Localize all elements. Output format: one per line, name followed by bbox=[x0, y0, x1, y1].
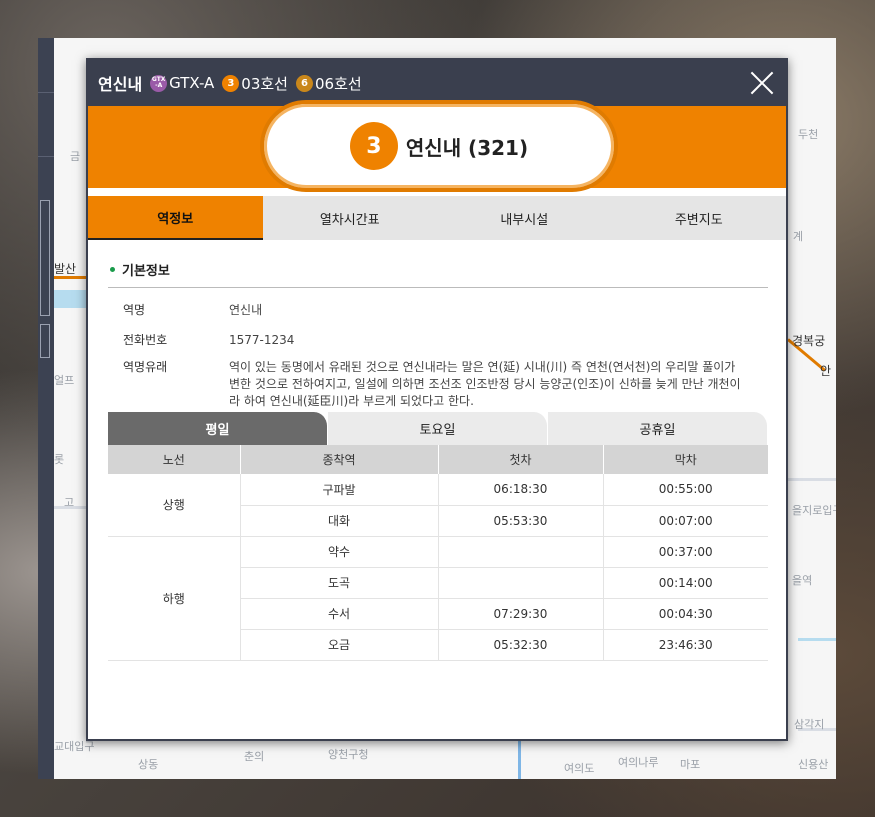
line6-icon: 6 bbox=[295, 74, 313, 92]
station-pill: 3 연신내 (321) bbox=[260, 100, 618, 192]
last-cell: 23:46:30 bbox=[603, 629, 768, 661]
day-tabs: 평일 토요일 공휴일 bbox=[108, 412, 768, 445]
timetable: 노선 종착역 첫차 막차 상행 구파발 06:18:30 00:55:00 대화… bbox=[108, 445, 768, 661]
dest-cell: 구파발 bbox=[240, 474, 439, 506]
map-station-label: 신용산 bbox=[798, 758, 829, 771]
line-chip-line6[interactable]: 6 06호선 bbox=[295, 73, 362, 94]
dest-cell: 도곡 bbox=[240, 567, 439, 599]
info-key: 역명 bbox=[123, 303, 146, 317]
section-title: 기본정보 bbox=[108, 260, 768, 288]
direction-cell: 하행 bbox=[108, 536, 241, 661]
map-station-label: 경복궁 bbox=[792, 334, 826, 348]
line-chip-label: 03호선 bbox=[241, 74, 288, 93]
bullet-icon bbox=[110, 267, 115, 272]
dest-cell: 대화 bbox=[240, 505, 439, 537]
tab-weekday[interactable]: 평일 bbox=[108, 412, 328, 445]
map-station-label: 얼프 bbox=[54, 374, 75, 387]
map-station-label: 여의도 bbox=[564, 762, 595, 775]
direction-cell: 상행 bbox=[108, 474, 241, 537]
info-value: 역이 있는 동명에서 유래된 것으로 연신내라는 말은 연(延) 시내(川) 즉… bbox=[229, 360, 741, 408]
map-station-label: 발산 bbox=[54, 262, 77, 276]
map-station-label: 상동 bbox=[138, 758, 159, 771]
table-row: 하행 약수 00:37:00 bbox=[108, 536, 768, 661]
info-row-origin: 역명유래 역이 있는 동명에서 유래된 것으로 연신내라는 말은 연(延) 시내… bbox=[108, 359, 768, 410]
map-station-label: 고 bbox=[64, 496, 75, 509]
col-header-line: 노선 bbox=[108, 445, 241, 474]
section-title-text: 기본정보 bbox=[122, 264, 170, 279]
line-color-banner: 3 연신내 (321) bbox=[88, 100, 786, 192]
first-cell bbox=[438, 567, 604, 599]
dest-cell: 약수 bbox=[240, 536, 439, 568]
first-cell bbox=[438, 536, 604, 568]
info-value: 1577-1234 bbox=[229, 333, 295, 347]
map-station-label: 을지로입구 bbox=[792, 504, 836, 517]
map-station-label: 두천 bbox=[798, 128, 819, 141]
gtx-a-icon: GTX -A bbox=[150, 74, 168, 92]
line3-icon: 3 bbox=[222, 74, 240, 92]
last-cell: 00:55:00 bbox=[603, 474, 768, 506]
first-cell: 07:29:30 bbox=[438, 598, 604, 630]
map-station-label: 금 bbox=[70, 150, 81, 163]
last-cell: 00:04:30 bbox=[603, 598, 768, 630]
station-info-content: 기본정보 역명 연신내 전화번호 1577-1234 역명유래 역이 있는 동명… bbox=[108, 260, 768, 410]
line-number-badge: 3 bbox=[349, 122, 398, 170]
tab-nearby-map[interactable]: 주변지도 bbox=[612, 196, 787, 240]
map-station-label: 삼각지 bbox=[794, 718, 825, 731]
last-cell: 00:37:00 bbox=[603, 536, 768, 568]
table-row: 상행 구파발 06:18:30 00:55:00 bbox=[108, 474, 768, 537]
first-cell: 05:32:30 bbox=[438, 629, 604, 661]
tab-holiday[interactable]: 공휴일 bbox=[548, 412, 768, 445]
line-chip-line3[interactable]: 3 03호선 bbox=[222, 73, 288, 94]
info-key: 역명유래 bbox=[123, 360, 168, 374]
col-header-first: 첫차 bbox=[438, 445, 604, 474]
col-header-last: 막차 bbox=[603, 445, 768, 474]
line-chip-label: GTX-A bbox=[169, 74, 215, 92]
line-chip-gtx-a[interactable]: GTX -A GTX-A bbox=[150, 74, 214, 92]
close-icon[interactable] bbox=[750, 71, 774, 95]
last-cell: 00:14:00 bbox=[603, 567, 768, 599]
map-station-label: 춘의 bbox=[244, 750, 265, 763]
line-chip-label: 06호선 bbox=[314, 74, 362, 93]
tab-timetable[interactable]: 열차시간표 bbox=[263, 196, 438, 240]
map-sidebar bbox=[38, 38, 54, 779]
map-station-label: 안 bbox=[820, 364, 832, 378]
tab-facilities[interactable]: 내부시설 bbox=[437, 196, 612, 240]
map-station-label: 마포 bbox=[680, 758, 701, 771]
first-cell: 05:53:30 bbox=[438, 505, 604, 537]
dest-cell: 수서 bbox=[240, 598, 439, 630]
last-cell: 00:07:00 bbox=[603, 505, 768, 537]
tab-saturday[interactable]: 토요일 bbox=[328, 412, 548, 445]
map-station-label: 여의나루 bbox=[618, 756, 659, 769]
info-value: 연신내 bbox=[229, 303, 263, 317]
col-header-destination: 종착역 bbox=[240, 445, 439, 474]
station-tabs: 역정보 열차시간표 내부시설 주변지도 bbox=[88, 196, 786, 240]
sidebar-panel-box[interactable] bbox=[40, 200, 50, 316]
station-title: 연신내 (321) bbox=[405, 135, 529, 160]
sidebar-panel-box[interactable] bbox=[40, 324, 50, 358]
tab-station-info[interactable]: 역정보 bbox=[88, 196, 263, 240]
header-station-name: 연신내 bbox=[98, 75, 143, 94]
info-key: 전화번호 bbox=[123, 333, 168, 347]
info-row-name: 역명 연신내 bbox=[108, 302, 768, 319]
map-station-label: 롯 bbox=[54, 453, 65, 466]
info-row-phone: 전화번호 1577-1234 bbox=[108, 332, 768, 349]
map-station-label: 계 bbox=[793, 230, 804, 243]
station-info-modal: 연신내 GTX -A GTX-A 3 03호선 6 06호선 3 연신내 (321… bbox=[86, 58, 788, 741]
map-station-label: 양천구청 bbox=[328, 748, 369, 761]
first-cell: 06:18:30 bbox=[438, 474, 604, 506]
map-station-label: 을역 bbox=[792, 574, 813, 587]
dest-cell: 오금 bbox=[240, 629, 439, 661]
